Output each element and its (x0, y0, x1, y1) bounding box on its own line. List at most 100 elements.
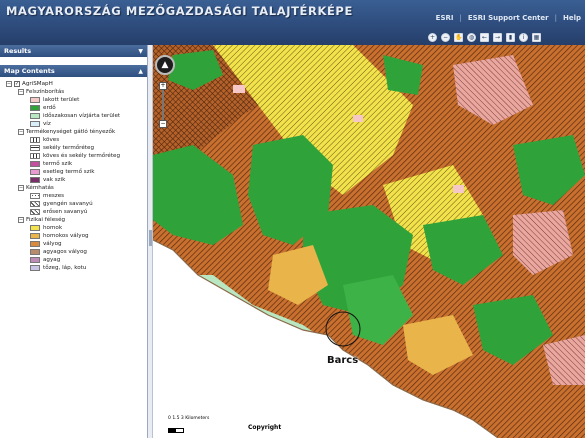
legend-item: lakott terület (6, 96, 147, 104)
legend-item: esetleg termő szik (6, 168, 147, 176)
legend-item: agyagos vályog (6, 248, 147, 256)
collapse-toggle-icon[interactable]: − (6, 81, 12, 87)
legend-item: erdő (6, 104, 147, 112)
header-links: ESRI | ESRI Support Center | Help (436, 14, 581, 22)
legend-swatch (30, 225, 40, 231)
legend-label: termő szik (43, 161, 73, 167)
copyright-link[interactable]: Copyright (248, 424, 281, 431)
legend-label: víz (43, 121, 51, 127)
scale-start: 0 (168, 416, 171, 421)
toc-group-label: Fizikai féleség (26, 217, 66, 223)
back-arrow-icon[interactable]: ← (480, 33, 489, 42)
layer-checkbox[interactable]: ✓ (14, 81, 20, 87)
legend-item: sekély termőréteg (6, 144, 147, 152)
legend-label: homokos vályog (43, 233, 89, 239)
legend-swatch (30, 193, 40, 199)
toc-group: − Felszínborítás (6, 88, 147, 96)
esri-link[interactable]: ESRI (436, 14, 454, 22)
legend-item: homok (6, 224, 147, 232)
legend-label: sekély termőréteg (43, 145, 94, 151)
splitter-grip[interactable] (149, 230, 152, 246)
toc-root: − ✓ AgriSMapH (6, 80, 147, 88)
legend-item: köves (6, 136, 147, 144)
settlement-area (353, 115, 363, 122)
legend-label: vályog (43, 241, 62, 247)
legend-swatch (30, 145, 40, 151)
legend-swatch (30, 97, 40, 103)
legend-label: gyengén savanyú (43, 201, 93, 207)
zoom-slider-track[interactable] (162, 90, 164, 120)
legend-item: homokos vályog (6, 232, 147, 240)
legend-swatch (30, 257, 40, 263)
legend-swatch (30, 233, 40, 239)
legend-item: meszes (6, 192, 147, 200)
collapse-toggle-icon[interactable]: − (18, 185, 24, 191)
legend-label: vak szik (43, 177, 66, 183)
results-label: Results (4, 47, 32, 55)
legend-label: agyagos vályog (43, 249, 87, 255)
legend-swatch (30, 265, 40, 271)
results-panel-header[interactable]: Results ▼ (0, 45, 147, 57)
legend-label: tőzeg, láp, kotu (43, 265, 87, 271)
toc-group-label: Kémhatás (26, 185, 54, 191)
collapse-toggle-icon[interactable]: − (18, 89, 24, 95)
globe-icon[interactable]: ◍ (467, 33, 476, 42)
info-icon[interactable]: i (519, 33, 528, 42)
legend-label: erdő (43, 105, 56, 111)
legend-label: erősen savanyú (43, 209, 88, 215)
zoom-in-icon[interactable]: + (159, 82, 167, 90)
soil-map-canvas[interactable] (153, 45, 585, 438)
north-arrow-icon[interactable]: ▲ (155, 55, 175, 75)
scale-mid: 1.5 (172, 416, 180, 421)
legend-swatch (30, 153, 40, 159)
scale-bar (168, 428, 184, 433)
app-title: MAGYARORSZÁG MEZŐGAZDASÁGI TALAJTÉRKÉPE (6, 4, 353, 18)
legend-item: időszakosan vízjárta terület (6, 112, 147, 120)
link-separator: | (459, 14, 462, 22)
toc-group: − Kémhatás (6, 184, 147, 192)
zoom-out-icon[interactable]: − (159, 120, 167, 128)
sidebar: Results ▼ Map Contents ▲ − ✓ AgriSMapH −… (0, 45, 148, 438)
collapse-arrow-icon[interactable]: ▼ (138, 48, 143, 55)
legend-swatch (30, 241, 40, 247)
legend-item: agyag (6, 256, 147, 264)
map-contents-label: Map Contents (4, 67, 55, 75)
scale-label: 3 Kilometers (180, 416, 210, 421)
legend-swatch (30, 177, 40, 183)
legend-label: lakott terület (43, 97, 80, 103)
toc-group-label: Felszínborítás (26, 89, 65, 95)
legend-swatch (30, 105, 40, 111)
zoom-out-icon[interactable]: − (441, 33, 450, 42)
legend-label: időszakosan vízjárta terület (43, 113, 121, 119)
legend-label: esetleg termő szik (43, 169, 95, 175)
legend-swatch (30, 201, 40, 207)
legend-swatch (30, 169, 40, 175)
pan-hand-icon[interactable]: ✋ (454, 33, 463, 42)
help-link[interactable]: Help (563, 14, 581, 22)
legend-label: agyag (43, 257, 61, 263)
map-view[interactable] (153, 45, 585, 438)
settlement-area (233, 85, 245, 93)
legend-item: vályog (6, 240, 147, 248)
toc-root-label: AgriSMapH (22, 81, 53, 87)
table-of-contents: − ✓ AgriSMapH − Felszínborítás lakott te… (0, 79, 147, 272)
toc-group-label: Termékenységet gátló tényezők (26, 129, 116, 135)
legend-swatch (30, 121, 40, 127)
bookmark-icon[interactable]: ▮ (506, 33, 515, 42)
collapse-toggle-icon[interactable]: − (18, 217, 24, 223)
legend-item: termő szik (6, 160, 147, 168)
forward-arrow-icon[interactable]: → (493, 33, 502, 42)
legend-swatch (30, 137, 40, 143)
settlement-area (453, 185, 464, 193)
legend-label: meszes (43, 193, 65, 199)
legend-item: víz (6, 120, 147, 128)
legend-swatch (30, 209, 40, 215)
map-contents-panel-header[interactable]: Map Contents ▲ (0, 65, 147, 77)
print-icon[interactable]: ▦ (532, 33, 541, 42)
esri-support-link[interactable]: ESRI Support Center (468, 14, 549, 22)
legend-label: köves és sekély termőréteg (43, 153, 121, 159)
legend-label: köves (43, 137, 60, 143)
collapse-toggle-icon[interactable]: − (18, 129, 24, 135)
zoom-in-icon[interactable]: + (428, 33, 437, 42)
collapse-arrow-icon[interactable]: ▲ (138, 68, 143, 75)
